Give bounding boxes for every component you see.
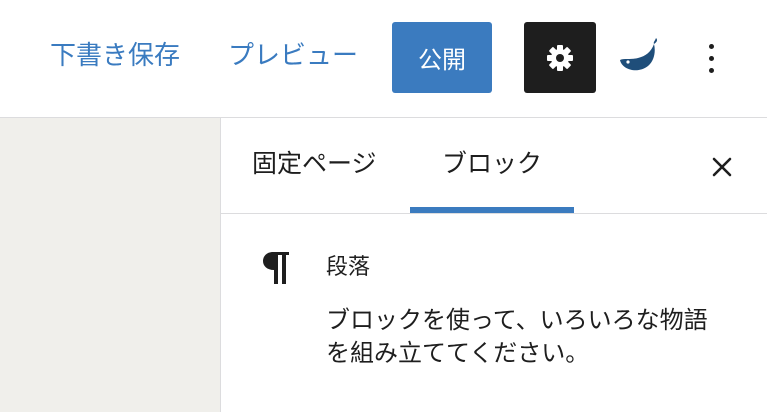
sidebar-tabs: 固定ページ ブロック bbox=[221, 118, 767, 214]
save-draft-button[interactable]: 下書き保存 bbox=[50, 38, 180, 74]
active-tab-indicator bbox=[410, 207, 574, 213]
paragraph-icon bbox=[259, 248, 293, 288]
settings-sidebar: 固定ページ ブロック 段落 ブロックを使って、いろいろな物語 を組み立ててくださ… bbox=[221, 118, 767, 412]
gear-icon bbox=[547, 44, 573, 71]
publish-button[interactable]: 公開 bbox=[392, 22, 492, 93]
editor-header: 下書き保存 プレビュー 公開 bbox=[0, 0, 767, 118]
close-sidebar-button[interactable] bbox=[707, 152, 737, 182]
preview-button[interactable]: プレビュー bbox=[228, 38, 358, 74]
tab-page[interactable]: 固定ページ bbox=[252, 146, 377, 182]
block-title: 段落 bbox=[326, 255, 371, 280]
block-description: ブロックを使って、いろいろな物語 を組み立ててください。 bbox=[326, 304, 746, 370]
more-vertical-icon bbox=[708, 43, 714, 49]
close-icon bbox=[712, 157, 732, 177]
editor-canvas[interactable] bbox=[0, 118, 221, 412]
tab-block[interactable]: ブロック bbox=[442, 146, 542, 182]
block-description-line: を組み立ててください。 bbox=[326, 339, 590, 367]
settings-button[interactable] bbox=[524, 22, 596, 93]
more-options-button[interactable] bbox=[696, 34, 726, 82]
whale-icon[interactable] bbox=[618, 38, 658, 78]
block-card: 段落 ブロックを使って、いろいろな物語 を組み立ててください。 bbox=[221, 214, 767, 412]
block-description-line: ブロックを使って、いろいろな物語 bbox=[326, 306, 708, 334]
